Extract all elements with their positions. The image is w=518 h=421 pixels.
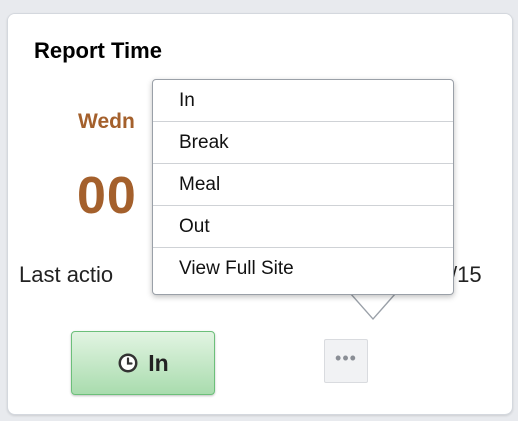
- menu-item-label: In: [179, 89, 195, 111]
- page-background: Report Time Wedn 00 Last actio /15 In ••…: [0, 0, 518, 421]
- menu-item-label: Out: [179, 215, 210, 237]
- clock-icon: [118, 353, 138, 373]
- tile-header: Report Time: [8, 14, 512, 78]
- time-display: 00: [77, 167, 137, 225]
- popup-pointer: [351, 293, 395, 318]
- punch-in-button[interactable]: In: [71, 331, 215, 395]
- menu-item-break[interactable]: Break: [153, 122, 453, 164]
- day-label: Wedn: [78, 110, 135, 133]
- last-action-date: /15: [451, 262, 482, 287]
- menu-item-label: View Full Site: [179, 258, 294, 279]
- actions-popup-menu: In Break Meal Out View Full Site: [152, 79, 454, 295]
- menu-item-view-full-site[interactable]: View Full Site: [153, 248, 453, 290]
- menu-item-meal[interactable]: Meal: [153, 164, 453, 206]
- ellipsis-icon: •••: [335, 348, 357, 368]
- menu-item-out[interactable]: Out: [153, 206, 453, 248]
- menu-item-in[interactable]: In: [153, 80, 453, 122]
- menu-item-label: Break: [179, 131, 229, 153]
- menu-item-label: Meal: [179, 173, 221, 195]
- tile-title: Report Time: [34, 38, 162, 63]
- punch-in-label: In: [148, 349, 169, 376]
- last-action-label: Last actio: [19, 262, 114, 287]
- more-actions-button[interactable]: •••: [324, 339, 368, 383]
